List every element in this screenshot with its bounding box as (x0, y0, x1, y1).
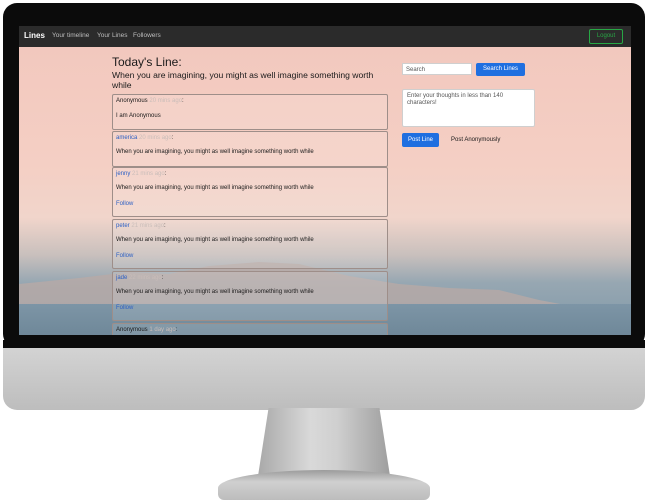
post-anonymously-button[interactable]: Post Anonymously (451, 137, 500, 143)
line-card: peter 21 mins ago: When you are imaginin… (112, 219, 388, 269)
search-lines-button[interactable]: Search Lines (476, 63, 525, 76)
monitor-stand-base (218, 470, 430, 500)
line-text: When you are imagining, you might as wel… (116, 149, 314, 155)
line-text: When you are imagining, you might as wel… (116, 237, 314, 243)
line-author-row: jenny 21 mins ago: (116, 171, 167, 177)
line-time: 1 day ago (149, 327, 176, 333)
screen: Lines Your timeline Your Lines Followers… (19, 26, 631, 335)
line-author-link[interactable]: america (116, 135, 137, 141)
line-author-row: Anonymous 1 day ago: (116, 327, 178, 333)
line-time: 20 mins ago (139, 135, 172, 141)
monitor-stand-neck (258, 408, 390, 476)
follow-link[interactable]: Follow (116, 305, 133, 311)
line-author-link[interactable]: peter (116, 223, 130, 229)
line-time: 20 mins ago (149, 98, 183, 104)
nav-followers[interactable]: Followers (133, 32, 161, 39)
follow-link[interactable]: Follow (116, 201, 133, 207)
nav-your-lines[interactable]: Your Lines (97, 32, 127, 39)
nav-your-timeline[interactable]: Your timeline (52, 32, 89, 39)
line-author: Anonymous (116, 327, 148, 333)
monitor-chin (3, 340, 645, 410)
line-time: 21 mins ago (131, 223, 165, 229)
navbar: Lines Your timeline Your Lines Followers… (19, 26, 631, 47)
monitor-bezel-edge (3, 340, 645, 348)
line-text: I am Anonymous (116, 113, 161, 119)
line-time: 21 mins ago (132, 171, 165, 177)
line-author-link[interactable]: jade (116, 275, 127, 281)
follow-link[interactable]: Follow (116, 253, 133, 259)
line-author-row: america 20 mins ago: (116, 135, 174, 141)
line-author: Anonymous (116, 98, 148, 104)
line-card: jade 22 mins ago: When you are imagining… (112, 271, 388, 321)
line-author-row: peter 21 mins ago: (116, 223, 166, 229)
brand-link[interactable]: Lines (24, 31, 45, 40)
line-card: jenny 21 mins ago: When you are imaginin… (112, 167, 388, 217)
line-card: america 20 mins ago: When you are imagin… (112, 131, 388, 167)
todays-line-text: When you are imagining, you might as wel… (112, 70, 374, 90)
line-author-row: Anonymous 20 mins ago: (116, 98, 184, 104)
line-author-link[interactable]: jenny (116, 171, 130, 177)
line-card: Anonymous 20 mins ago: I am Anonymous (112, 94, 388, 130)
post-line-button[interactable]: Post Line (402, 133, 439, 147)
line-author-row: jade 22 mins ago: (116, 275, 164, 281)
line-text: When you are imagining, you might as wel… (116, 289, 314, 295)
line-card: Anonymous 1 day ago: (112, 323, 388, 335)
line-time: 22 mins ago (129, 275, 162, 281)
thoughts-textarea[interactable]: Enter your thoughts in less than 140 cha… (402, 89, 535, 127)
logout-button[interactable]: Logout (589, 29, 623, 44)
line-text: When you are imagining, you might as wel… (116, 185, 314, 191)
page-title: Today's Line: (112, 55, 182, 69)
search-input[interactable]: Search (402, 63, 472, 75)
